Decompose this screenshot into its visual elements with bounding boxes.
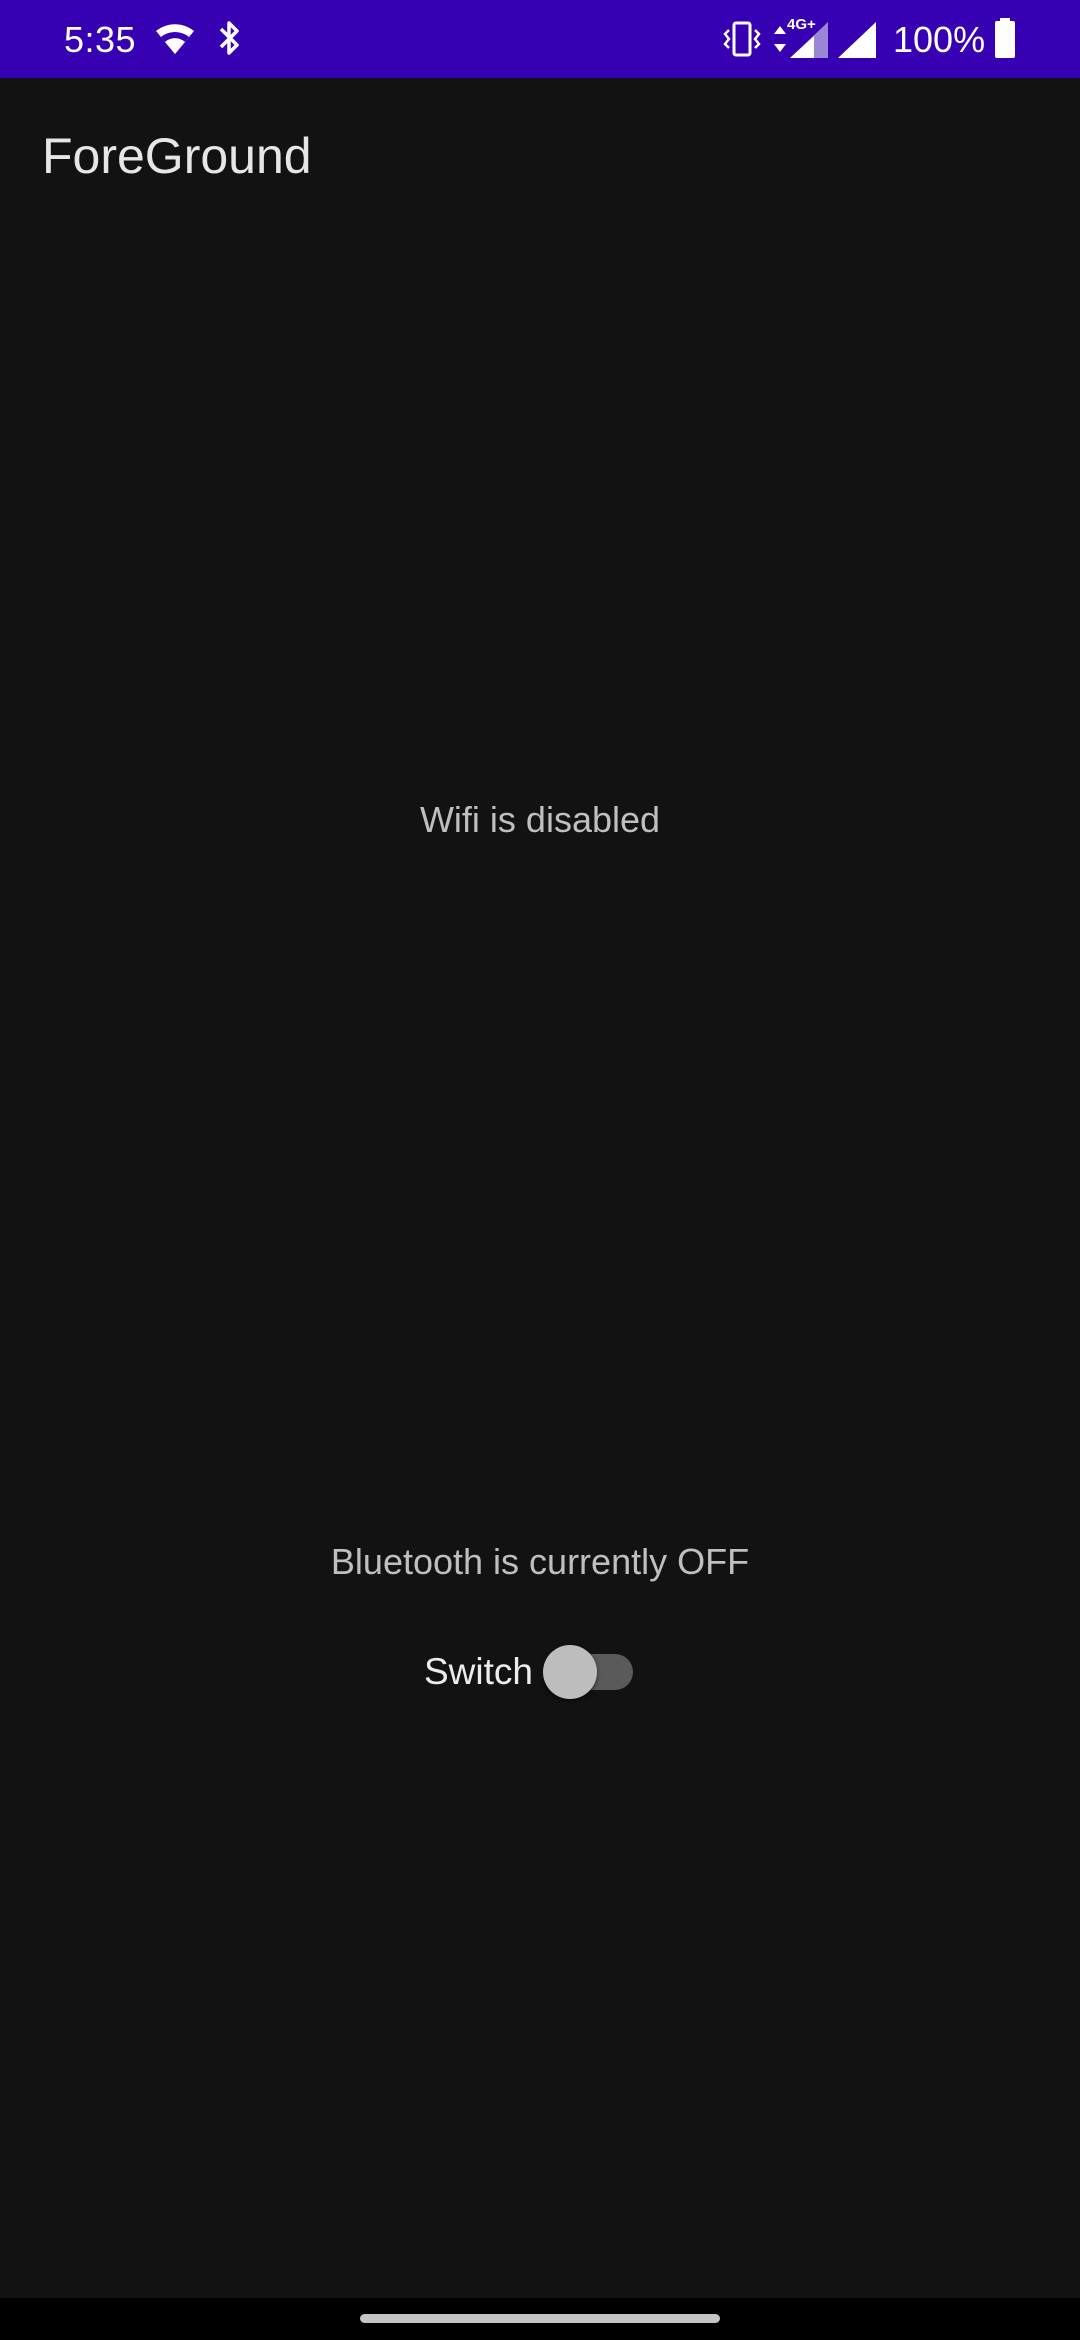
battery-percent: 100% <box>893 19 986 60</box>
bluetooth-status-text: Bluetooth is currently OFF <box>330 1541 750 1582</box>
switch-thumb <box>542 1645 597 1699</box>
switch-label: Switch <box>424 1651 533 1692</box>
status-time: 5:35 <box>64 19 137 60</box>
cell-signal-icon <box>838 22 876 58</box>
home-gesture-handle[interactable] <box>360 2314 720 2323</box>
wifi-status-text: Wifi is disabled <box>419 799 661 840</box>
app-bar: ForeGround <box>0 78 1080 234</box>
bluetooth-toggle-switch[interactable] <box>542 1644 635 1700</box>
cell-signal-icon <box>790 22 828 58</box>
battery-icon <box>995 18 1015 58</box>
main-content: Wifi is disabled Bluetooth is currently … <box>0 234 1080 2298</box>
bluetooth-icon <box>219 21 239 55</box>
data-arrows-icon <box>774 26 786 52</box>
wifi-icon <box>156 24 194 54</box>
status-bar: 5:35 4G+ 100% <box>0 0 1080 78</box>
bluetooth-switch-row[interactable]: Switch <box>424 1640 635 1704</box>
vibrate-icon <box>723 21 761 57</box>
navigation-bar <box>0 2298 1080 2340</box>
app-title: ForeGround <box>42 128 312 184</box>
